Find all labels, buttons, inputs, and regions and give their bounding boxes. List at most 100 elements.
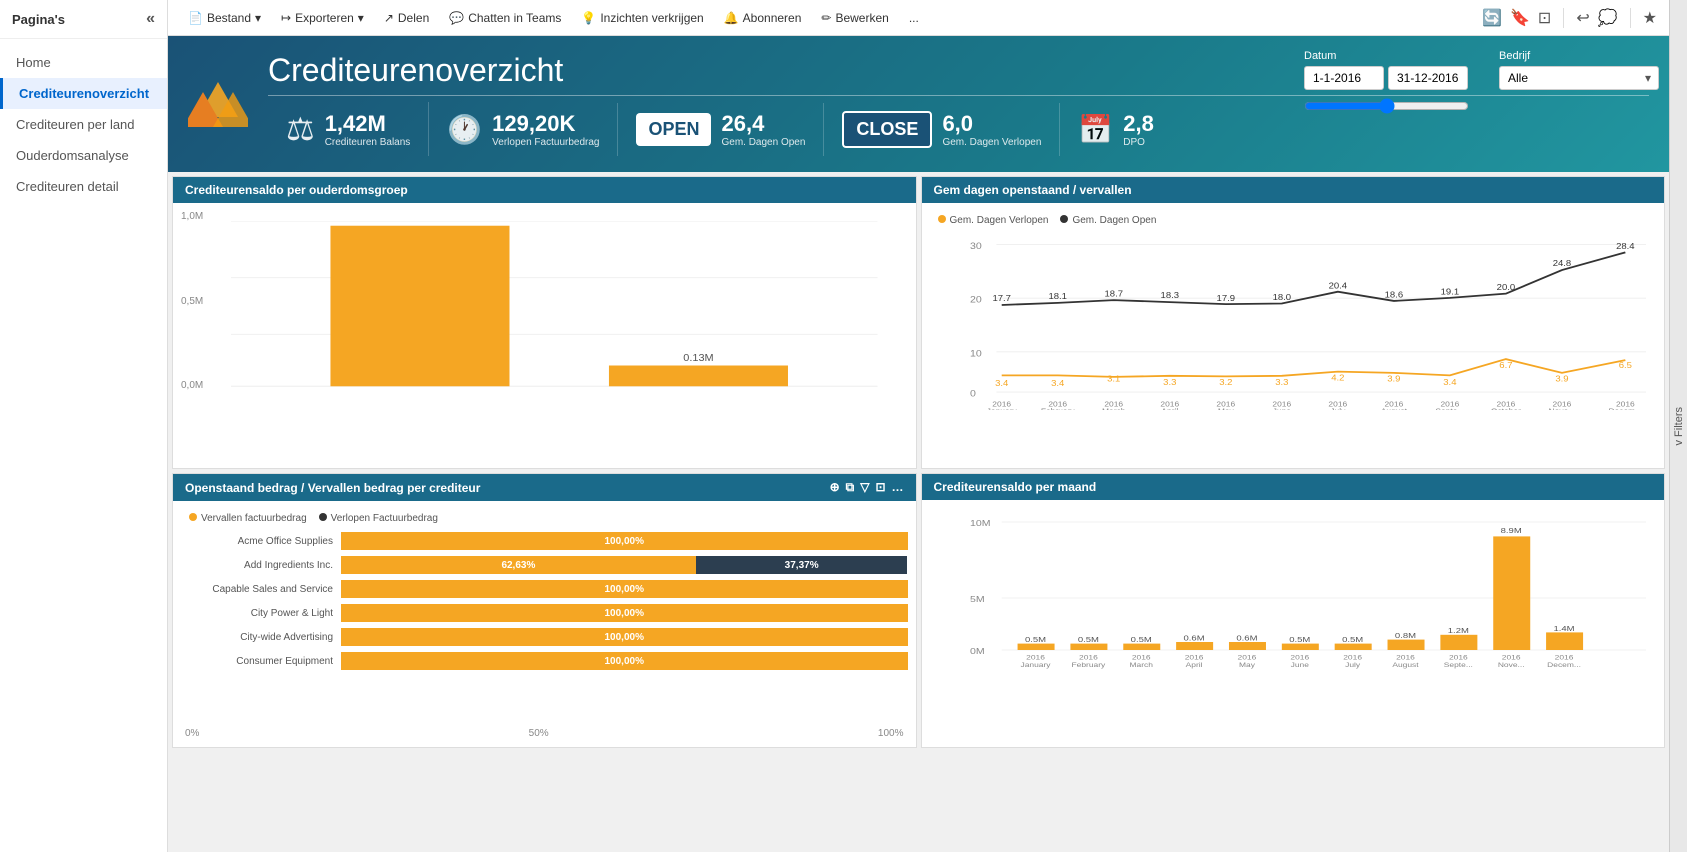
crediteur-bar-wrap-3: 100,00%	[341, 604, 908, 622]
maand-chart-area: 10M 5M 0M 0.5M 2016	[930, 508, 1657, 728]
svg-text:1.2M: 1.2M	[1447, 626, 1468, 635]
file-icon: 📄	[188, 11, 203, 25]
chart-gem-dagen-header: Gem dagen openstaand / vervallen	[922, 177, 1665, 203]
svg-text:Septe...: Septe...	[1443, 661, 1472, 669]
svg-text:6.7: 6.7	[1499, 361, 1512, 370]
metric-balans-label: Crediteuren Balans	[325, 137, 411, 148]
svg-text:3.4: 3.4	[995, 379, 1008, 388]
date-slider[interactable]	[1304, 98, 1469, 117]
toolbar-inzichten-label: Inzichten verkrijgen	[600, 11, 703, 25]
filter-icon[interactable]: ▽	[860, 480, 869, 495]
svg-text:April: April	[1161, 407, 1178, 410]
toolbar-bewerken[interactable]: ✏ Bewerken	[813, 7, 896, 29]
undo-icon[interactable]: ↩	[1576, 8, 1589, 28]
svg-text:17.9: 17.9	[1216, 294, 1235, 303]
refresh-icon[interactable]: 🔄	[1482, 8, 1502, 28]
chart-crediteur-title: Openstaand bedrag / Vervallen bedrag per…	[185, 481, 480, 495]
svg-text:0.5M: 0.5M	[1289, 635, 1310, 644]
logo-area	[188, 77, 248, 132]
pin-icon[interactable]: ⊕	[830, 480, 840, 495]
toolbar-abonneren[interactable]: 🔔 Abonneren	[716, 7, 810, 29]
metric-open: OPEN 26,4 Gem. Dagen Open	[618, 103, 824, 156]
svg-text:March: March	[1129, 661, 1152, 669]
svg-text:20.0: 20.0	[1496, 283, 1515, 292]
toolbar-delen-label: Delen	[398, 11, 429, 25]
svg-text:3.9: 3.9	[1387, 374, 1400, 383]
crediteur-bar-orange-0: 100,00%	[341, 532, 908, 550]
copy-icon[interactable]: ⧉	[846, 480, 855, 495]
crediteur-name-3: City Power & Light	[181, 608, 341, 619]
dashboard: Crediteurenoverzicht ⚖ 1,42M Crediteuren…	[168, 36, 1669, 852]
svg-text:Nove...: Nove...	[1548, 407, 1575, 410]
expand-icon[interactable]: ⊡	[875, 480, 885, 495]
header-card: Crediteurenoverzicht ⚖ 1,42M Crediteuren…	[168, 36, 1669, 172]
company-select[interactable]: Alle Capable Sales and Service City Powe…	[1499, 66, 1659, 90]
svg-text:3.3: 3.3	[1275, 378, 1288, 387]
date-controls: Datum	[1304, 50, 1469, 117]
svg-text:18.6: 18.6	[1384, 290, 1403, 299]
sidebar-item-home[interactable]: Home	[0, 47, 167, 78]
svg-text:Nove...: Nove...	[1497, 661, 1524, 669]
crediteur-row-4: City-wide Advertising100,00%	[181, 628, 908, 646]
toolbar-inzichten[interactable]: 💡 Inzichten verkrijgen	[573, 7, 711, 29]
svg-text:30: 30	[970, 242, 982, 252]
toolbar-abonneren-label: Abonneren	[743, 11, 802, 25]
metric-close: CLOSE 6,0 Gem. Dagen Verlopen	[824, 103, 1060, 156]
comment-icon[interactable]: 💭	[1598, 8, 1618, 28]
subscribe-icon: 🔔	[724, 11, 739, 25]
more-chart-icon[interactable]: …	[892, 480, 904, 495]
chart-crediteur: Openstaand bedrag / Vervallen bedrag per…	[172, 473, 917, 748]
sidebar-item-crediteurenoverzicht[interactable]: Crediteurenoverzicht	[0, 78, 167, 109]
chart-gem-dagen: Gem dagen openstaand / vervallen Gem. Da…	[921, 176, 1666, 469]
crediteur-bar-orange-4: 100,00%	[341, 628, 908, 646]
chart3-legend: Vervallen factuurbedrag Verlopen Factuur…	[181, 509, 908, 528]
date-from-input[interactable]	[1304, 66, 1384, 90]
svg-text:July: July	[1345, 661, 1360, 669]
sidebar-item-ouderdomsanalyse[interactable]: Ouderdomsanalyse	[0, 140, 167, 171]
crediteur-bar-orange-2: 100,00%	[341, 580, 908, 598]
svg-text:18.1: 18.1	[1048, 292, 1067, 301]
svg-text:3.9: 3.9	[1555, 374, 1568, 383]
metric-dpo: 📅 2,8 DPO	[1060, 103, 1171, 156]
chart-crediteur-body: Vervallen factuurbedrag Verlopen Factuur…	[173, 501, 916, 747]
svg-text:20: 20	[970, 295, 982, 305]
close-badge: CLOSE	[842, 111, 932, 148]
chart-ouderdomsgroep: Crediteurensaldo per ouderdomsgroep 1,0M…	[172, 176, 917, 469]
chart-maand-header: Crediteurensaldo per maand	[922, 474, 1665, 500]
calendar-icon: 📅	[1078, 113, 1113, 146]
view-icon[interactable]: ⊡	[1538, 8, 1551, 28]
metric-balans-value: 1,42M	[325, 111, 411, 137]
more-icon: ...	[909, 11, 919, 25]
star-icon[interactable]: ★	[1643, 8, 1657, 28]
sidebar-collapse-icon[interactable]: «	[146, 10, 155, 28]
toolbar-more[interactable]: ...	[901, 7, 927, 29]
toolbar-bestand[interactable]: 📄 Bestand ▾	[180, 7, 269, 29]
toolbar-delen[interactable]: ↗ Delen	[376, 7, 437, 29]
filters-label: v Filters	[1673, 407, 1685, 446]
date-to-input[interactable]	[1388, 66, 1468, 90]
crediteur-bar-orange-1: 62,63%	[341, 556, 696, 574]
chart-maand-title: Crediteurensaldo per maand	[934, 480, 1097, 494]
crediteur-name-2: Capable Sales and Service	[181, 584, 341, 595]
bookmark-icon[interactable]: 🔖	[1510, 8, 1530, 28]
bar-chart-svg: 1.30M <0 0.13M 0-30	[231, 221, 878, 391]
y-axis: 1,0M 0,5M 0,0M	[181, 211, 203, 391]
svg-text:July: July	[1330, 407, 1345, 410]
sidebar-item-crediteuren-detail[interactable]: Crediteuren detail	[0, 171, 167, 202]
chart-maand: Crediteurensaldo per maand 10M 5M 0M	[921, 473, 1666, 748]
crediteur-row-5: Consumer Equipment100,00%	[181, 652, 908, 670]
svg-text:May: May	[1238, 661, 1254, 669]
toolbar-chatten[interactable]: 💬 Chatten in Teams	[441, 7, 569, 29]
svg-text:3.1: 3.1	[1107, 374, 1120, 383]
company-select-wrap: Alle Capable Sales and Service City Powe…	[1499, 66, 1659, 90]
date-label: Datum	[1304, 50, 1469, 62]
svg-text:10M: 10M	[970, 519, 991, 528]
metric-verlopen-value: 129,20K	[492, 111, 599, 137]
toolbar-exporteren-label: Exporteren	[295, 11, 354, 25]
sidebar-item-crediteuren-per-land[interactable]: Crediteuren per land	[0, 109, 167, 140]
logo	[188, 77, 248, 132]
chart3-toolbar-icons: ⊕ ⧉ ▽ ⊡ …	[830, 480, 904, 495]
toolbar-exporteren[interactable]: ↦ Exporteren ▾	[273, 7, 372, 29]
filters-sidebar[interactable]: v Filters	[1669, 0, 1687, 852]
crediteur-bar-wrap-1: 62,63%37,37%	[341, 556, 908, 574]
